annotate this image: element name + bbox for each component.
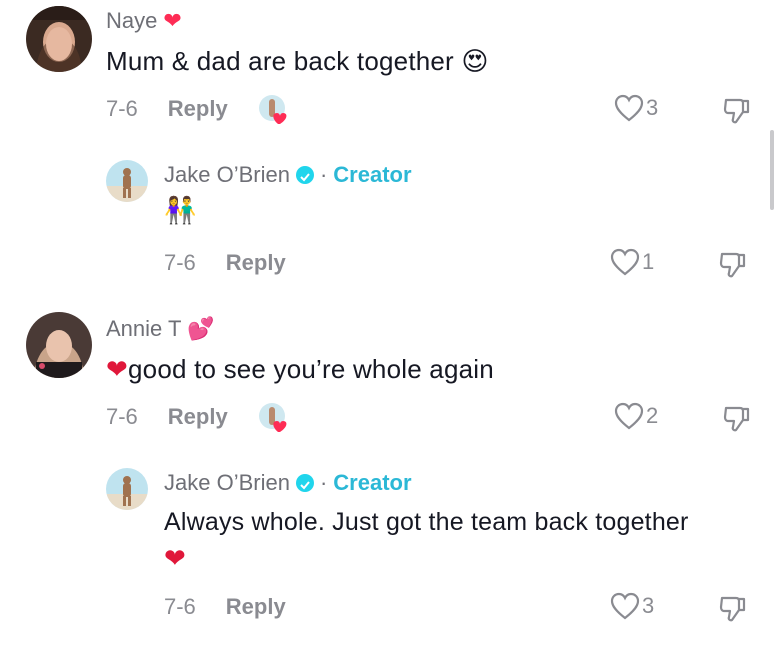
reply-date: 7-6 (164, 250, 196, 275)
creator-liked-icon (258, 402, 288, 432)
like-button[interactable]: 1 (610, 248, 654, 276)
comment-text-content: good to see you’re whole again (128, 354, 494, 384)
heart-badge-icon: ❤ (163, 8, 182, 34)
heart-outline-icon (610, 248, 640, 276)
comment-text-content: Mum & dad are back together (106, 46, 454, 76)
reply-meta: 7-6 Reply (164, 594, 286, 620)
reply-author-name[interactable]: Jake O’Brien (164, 162, 290, 188)
verified-badge-icon (295, 474, 314, 492)
reply-author-row: Jake O’Brien · Creator (164, 470, 412, 496)
like-count: 3 (646, 95, 659, 120)
thumbs-down-icon (723, 98, 750, 124)
dislike-button[interactable] (718, 594, 748, 624)
avatar[interactable] (26, 6, 92, 72)
comment-text: ❤good to see you’re whole again (106, 354, 494, 385)
reply-author-row: Jake O’Brien · Creator (164, 162, 412, 188)
thumbs-down-icon (723, 406, 750, 432)
avatar[interactable] (106, 160, 148, 202)
dislike-button[interactable] (722, 96, 752, 126)
reply-meta: 7-6 Reply (164, 250, 286, 276)
two-hearts-badge-icon: 💕 (187, 316, 215, 342)
avatar[interactable] (106, 468, 148, 510)
separator-dot: · (319, 162, 328, 187)
comment-meta: 7-6 Reply (106, 96, 228, 122)
comment-author[interactable]: Naye ❤ (106, 8, 182, 34)
red-heart-emoji-icon: ❤ (164, 544, 186, 574)
like-count: 3 (642, 593, 655, 618)
separator-dot: · (319, 470, 328, 495)
author-name: Naye (106, 8, 158, 33)
dislike-button[interactable] (718, 250, 748, 280)
reply-button[interactable]: Reply (226, 250, 286, 276)
red-heart-emoji-icon: ❤ (106, 355, 128, 385)
reply-button[interactable]: Reply (226, 594, 286, 620)
heart-eyes-emoji-icon: 😍 (461, 47, 489, 77)
comment-author[interactable]: Annie T 💕 (106, 316, 215, 342)
creator-label: Creator (333, 162, 412, 187)
thumbs-down-icon (719, 252, 746, 278)
like-button[interactable]: 2 (614, 402, 658, 430)
like-count: 1 (642, 249, 655, 274)
creator-liked-icon (258, 94, 288, 124)
scrollbar[interactable] (770, 130, 774, 210)
creator-label: Creator (333, 470, 412, 495)
verified-badge-icon (295, 166, 314, 184)
heart-outline-icon (614, 94, 644, 122)
comment-date: 7-6 (106, 96, 138, 121)
reply-date: 7-6 (164, 594, 196, 619)
heart-outline-icon (614, 402, 644, 430)
reply-text: 👫 (164, 196, 197, 226)
heart-outline-icon (610, 592, 640, 620)
comment-item: Naye ❤ Mum & dad are back together 😍 7-6… (0, 0, 784, 300)
avatar[interactable] (26, 312, 92, 378)
like-button[interactable]: 3 (610, 592, 654, 620)
comment-text: Mum & dad are back together 😍 (106, 46, 489, 77)
like-count: 2 (646, 403, 659, 428)
reply-button[interactable]: Reply (168, 96, 228, 122)
thumbs-down-icon (719, 596, 746, 622)
reply-text: Always whole. Just got the team back tog… (164, 508, 689, 536)
comment-date: 7-6 (106, 404, 138, 429)
like-button[interactable]: 3 (614, 94, 658, 122)
reply-author-name[interactable]: Jake O’Brien (164, 470, 290, 496)
dislike-button[interactable] (722, 404, 752, 434)
author-name: Annie T (106, 316, 182, 341)
comment-meta: 7-6 Reply (106, 404, 228, 430)
reply-button[interactable]: Reply (168, 404, 228, 430)
